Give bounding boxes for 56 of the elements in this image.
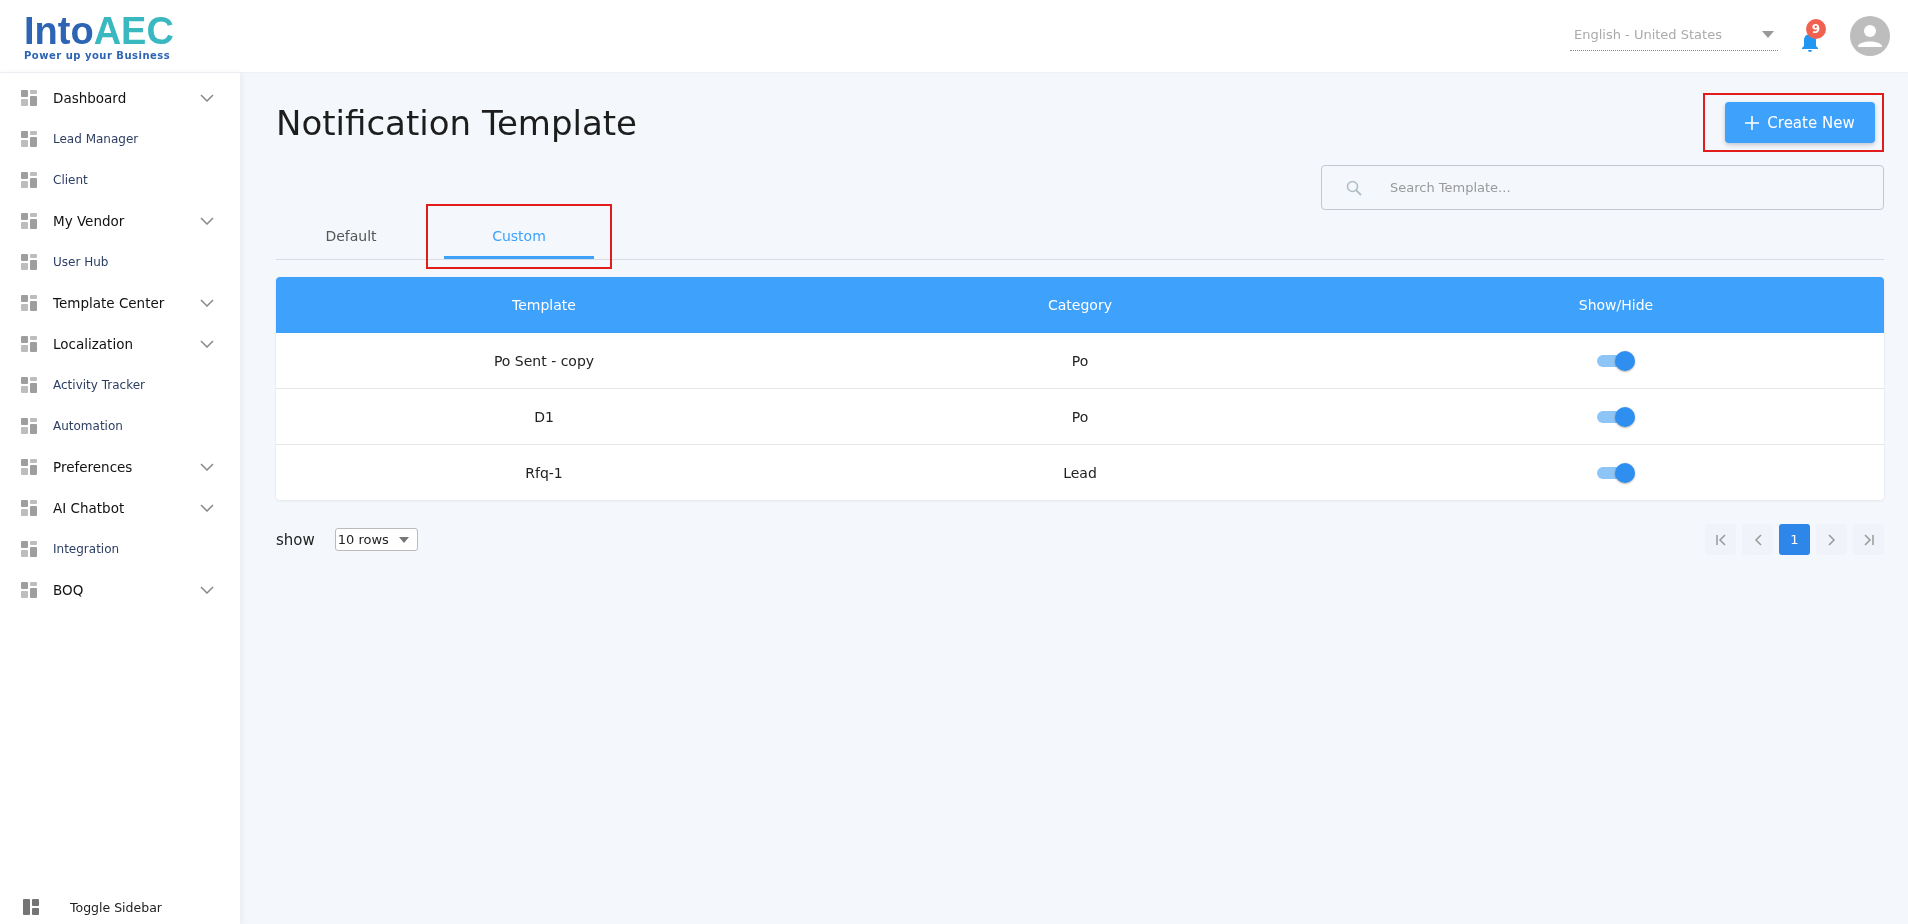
table-cell-text: Po (1070, 408, 1090, 425)
column-header: Show/Hide (1577, 297, 1655, 313)
sidebar-item[interactable]: BOQ (0, 569, 240, 610)
chevron-down-icon (200, 93, 214, 102)
first-page-button[interactable] (1705, 524, 1736, 555)
sidebar-item[interactable]: Template Center (0, 282, 240, 323)
notification-count: 9 (1806, 19, 1826, 39)
chevron-down-icon (200, 462, 214, 471)
first-page-icon (1714, 533, 1727, 546)
chevron-left-icon (1753, 533, 1762, 546)
table-cell-text: Lead (1062, 464, 1098, 481)
previous-page-button[interactable] (1742, 524, 1773, 555)
toggle-switch[interactable] (1597, 350, 1635, 371)
sidebar-item[interactable]: Automation (0, 405, 240, 446)
toggle-switch[interactable] (1597, 406, 1635, 427)
search-icon (1346, 179, 1362, 196)
sidebar-item[interactable]: Dashboard (0, 77, 240, 118)
sidebar-layout-icon (22, 898, 40, 916)
sidebar-item[interactable]: Client (0, 159, 240, 200)
column-header: Template (511, 297, 577, 313)
last-page-icon (1862, 533, 1875, 546)
avatar-icon[interactable] (1850, 16, 1890, 56)
search-input[interactable]: Search Template... (1388, 179, 1859, 196)
sidebar-item[interactable]: Lead Manager (0, 118, 240, 159)
table-cell-text: D1 (533, 408, 555, 425)
search-bar[interactable]: Search Template... (1321, 165, 1884, 210)
chevron-down-icon (200, 585, 214, 594)
page-button[interactable]: 1 (1779, 524, 1810, 555)
sidebar-item[interactable]: Localization (0, 323, 240, 364)
table-cell-text: Rfq-1 (524, 464, 564, 481)
sidebar-item[interactable]: User Hub (0, 241, 240, 282)
chevron-down-icon (200, 298, 214, 307)
column-header: Category (1047, 297, 1113, 313)
table-cell-text: Po (1070, 352, 1090, 369)
table-cell-text: Po Sent - copy (492, 352, 596, 369)
last-page-button[interactable] (1853, 524, 1884, 555)
page-title: Notification Template (276, 102, 638, 143)
next-page-button[interactable] (1816, 524, 1847, 555)
chevron-down-icon (200, 339, 214, 348)
chevron-right-icon (1827, 533, 1836, 546)
toggle-switch[interactable] (1597, 462, 1635, 483)
show-label: show (276, 530, 315, 549)
toggle-sidebar-button[interactable]: Toggle Sidebar (0, 898, 240, 920)
sidebar-item[interactable]: Preferences (0, 446, 240, 487)
sidebar-item[interactable]: Integration (0, 528, 240, 569)
tab[interactable]: Default (276, 215, 426, 259)
sidebar-item[interactable]: Activity Tracker (0, 364, 240, 405)
sidebar-item[interactable]: My Vendor (0, 200, 240, 241)
chevron-down-icon (200, 216, 214, 225)
plus-icon (1745, 115, 1760, 130)
logo: IntoAEC Power up your Business (24, 11, 174, 61)
chevron-down-icon (200, 503, 214, 512)
sidebar-item[interactable]: AI Chatbot (0, 487, 240, 528)
rows-per-page-select[interactable]: 10 rows (334, 528, 418, 551)
caret-icon (1762, 31, 1774, 38)
caret-icon (398, 536, 409, 543)
